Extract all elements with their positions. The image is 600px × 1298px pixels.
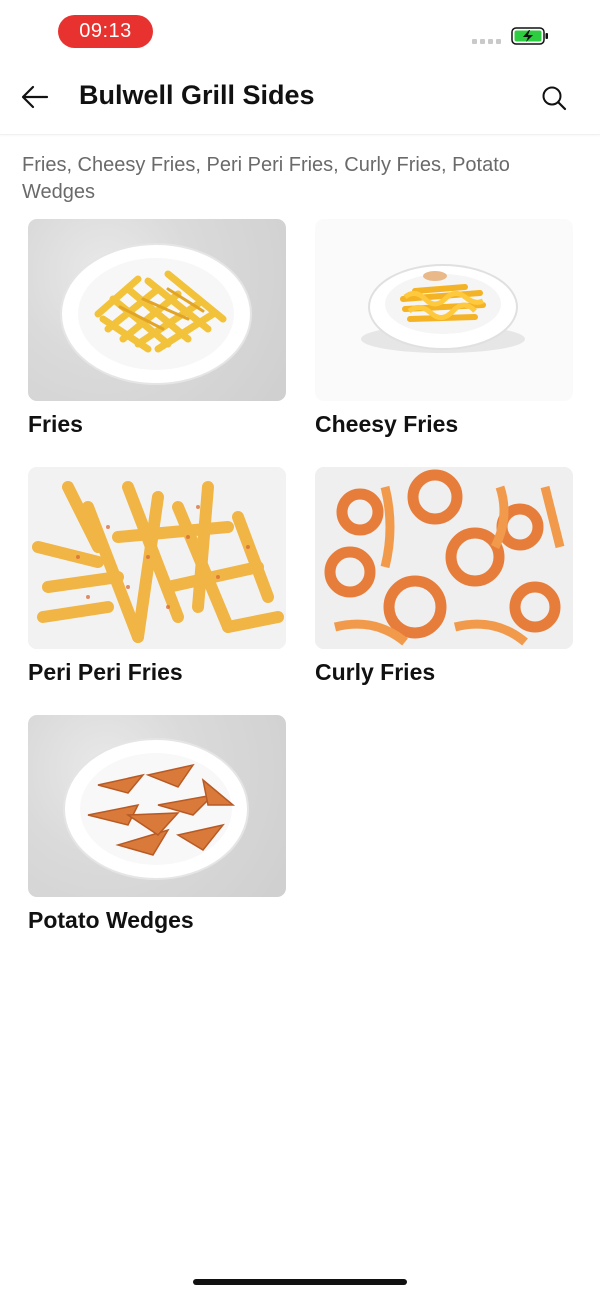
page-title: Bulwell Grill Sides — [79, 80, 315, 110]
back-arrow-icon[interactable] — [20, 83, 50, 111]
status-bar: 09:13 — [0, 0, 600, 60]
cheesy-fries-image — [315, 219, 573, 401]
home-indicator[interactable] — [193, 1279, 407, 1285]
menu-item-peri-peri-fries[interactable]: Peri Peri Fries — [28, 467, 286, 686]
menu-item-fries[interactable]: Fries — [28, 219, 286, 438]
menu-item-name: Potato Wedges — [28, 907, 194, 933]
menu-item-name: Cheesy Fries — [315, 411, 459, 437]
menu-item-cheesy-fries[interactable]: Cheesy Fries — [315, 219, 573, 438]
category-description: Fries, Cheesy Fries, Peri Peri Fries, Cu… — [22, 154, 510, 203]
peri-peri-fries-image — [28, 467, 286, 649]
menu-item-name: Fries — [28, 411, 83, 437]
search-icon[interactable] — [540, 84, 568, 112]
battery-charging-icon — [511, 27, 548, 45]
menu-item-name: Curly Fries — [315, 659, 436, 685]
menu-item-curly-fries[interactable]: Curly Fries — [315, 467, 573, 686]
app-header: Bulwell Grill Sides — [0, 60, 600, 135]
curly-fries-image — [315, 467, 573, 649]
fries-image — [28, 219, 286, 401]
menu-item-name: Peri Peri Fries — [28, 659, 183, 685]
menu-item-potato-wedges[interactable]: Potato Wedges — [28, 715, 286, 934]
status-time: 09:13 — [58, 15, 153, 48]
signal-icon — [472, 39, 501, 44]
potato-wedges-image — [28, 715, 286, 897]
